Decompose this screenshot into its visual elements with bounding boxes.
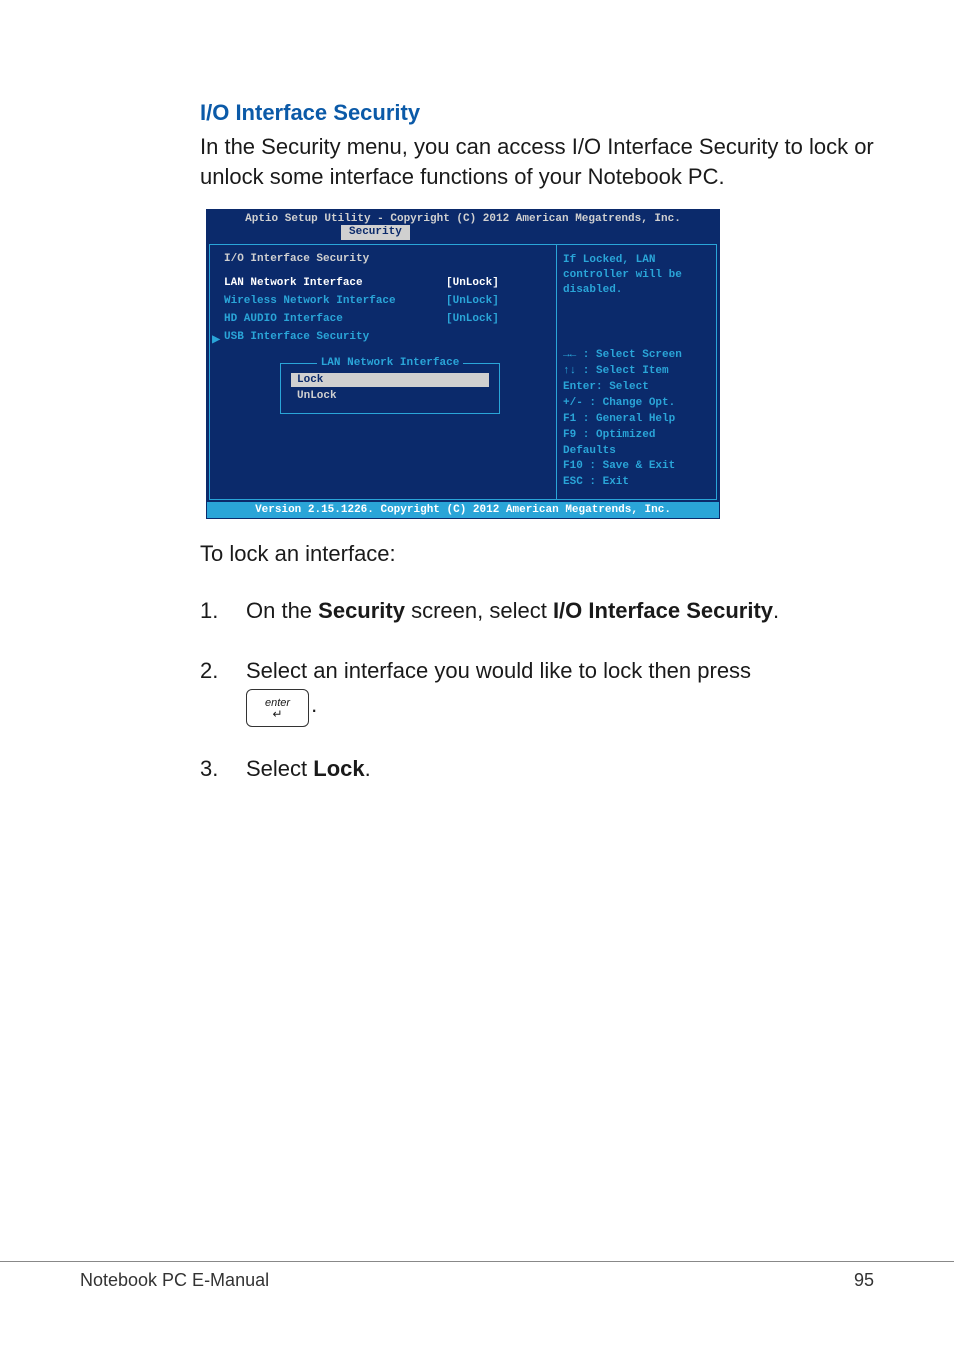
bios-row-value: [UnLock] [446,277,546,289]
help-key-line: →← : Select Screen [563,348,710,364]
submenu-arrow-icon: ▶ [212,331,220,348]
help-key-line: Enter: Select [563,380,710,396]
step-text: Select [246,756,313,781]
help-key-line: ↑↓ : Select Item [563,364,710,380]
bios-popup: LAN Network Interface Lock UnLock [280,363,500,414]
footer-page-number: 95 [854,1270,874,1291]
help-key-line: F9 : Optimized Defaults [563,428,710,460]
bios-tab-security: Security [341,225,410,240]
step-bold: Security [318,598,405,623]
help-key-line: +/- : Change Opt. [563,396,710,412]
bios-popup-title: LAN Network Interface [317,357,464,369]
help-key-line: F10 : Save & Exit [563,459,710,475]
step-3: 3. Select Lock. [200,753,874,785]
section-intro: In the Security menu, you can access I/O… [200,132,874,191]
step-number: 2. [200,655,246,725]
enter-key-icon: enter ↵ [246,689,309,727]
bios-help-keys: →← : Select Screen ↑↓ : Select Item Ente… [563,348,710,491]
bios-submenu-usb: ▶ USB Interface Security [224,331,546,343]
bios-row-wireless: Wireless Network Interface [UnLock] [224,295,546,307]
bios-row-label: LAN Network Interface [224,277,446,289]
bios-footer: Version 2.15.1226. Copyright (C) 2012 Am… [207,502,719,518]
bios-help-panel: If Locked, LAN controller will be disabl… [556,245,716,499]
bios-row-value: [UnLock] [446,313,546,325]
step-text: screen, select [405,598,553,623]
bios-tab-row: Security [207,226,719,242]
return-arrow-icon: ↵ [265,708,290,720]
step-text: On the [246,598,318,623]
bios-row-hdaudio: HD AUDIO Interface [UnLock] [224,313,546,325]
bios-row-label: HD AUDIO Interface [224,313,446,325]
bios-popup-option-lock: Lock [291,373,489,387]
help-key-line: ESC : Exit [563,475,710,491]
bios-titlebar: Aptio Setup Utility - Copyright (C) 2012… [207,210,719,226]
step-text: Select an interface you would like to lo… [246,658,751,683]
bios-row-lan: LAN Network Interface [UnLock] [224,277,546,289]
bios-left-panel: I/O Interface Security LAN Network Inter… [210,245,556,499]
bios-help-text: If Locked, LAN controller will be disabl… [563,253,710,298]
step-number: 3. [200,753,246,785]
step-text: . [773,598,779,623]
section-heading: I/O Interface Security [200,100,874,126]
bios-row-label: Wireless Network Interface [224,295,446,307]
footer-left: Notebook PC E-Manual [80,1270,269,1291]
bios-submenu-label: USB Interface Security [224,331,369,343]
step-1: 1. On the Security screen, select I/O In… [200,595,874,627]
bios-row-value: [UnLock] [446,295,546,307]
bios-popup-option-unlock: UnLock [291,389,489,403]
step-text: . [365,756,371,781]
lead-text: To lock an interface: [200,541,874,567]
step-2: 2. Select an interface you would like to… [200,655,874,725]
help-key-line: F1 : General Help [563,412,710,428]
bios-screenshot: Aptio Setup Utility - Copyright (C) 2012… [206,209,720,519]
step-bold: I/O Interface Security [553,598,773,623]
step-number: 1. [200,595,246,627]
step-bold: Lock [313,756,364,781]
page-footer: Notebook PC E-Manual 95 [0,1261,954,1291]
step-text: . [311,692,317,717]
steps-list: 1. On the Security screen, select I/O In… [200,595,874,785]
bios-panel-heading: I/O Interface Security [224,253,546,265]
